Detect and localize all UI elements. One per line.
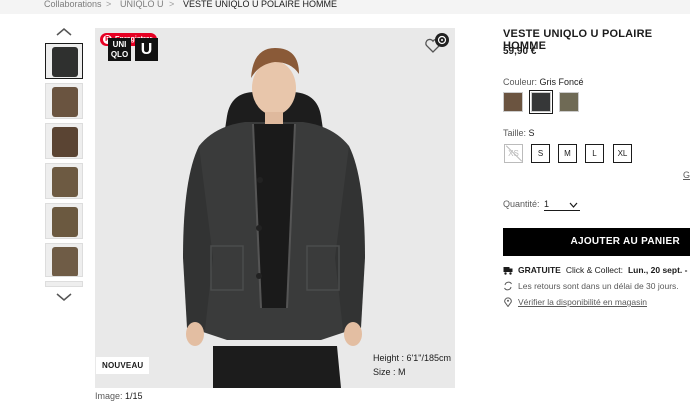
size-xl-button[interactable]: XL bbox=[613, 144, 632, 163]
new-badge: NOUVEAU bbox=[96, 357, 150, 374]
size-guide-link[interactable]: G bbox=[683, 170, 690, 180]
click-collect-row: GRATUITE Click & Collect: Lun., 20 sept.… bbox=[503, 265, 690, 275]
rotate-view-icon[interactable] bbox=[435, 33, 449, 47]
thumbnail-5[interactable] bbox=[45, 203, 83, 239]
color-label-row: Couleur: Gris Foncé bbox=[503, 77, 584, 87]
breadcrumb-separator: > bbox=[169, 0, 175, 9]
store-availability-link[interactable]: Vérifier la disponibilité en magasin bbox=[518, 297, 647, 307]
swatch-olive[interactable] bbox=[559, 92, 579, 112]
breadcrumb-uniqlo-u[interactable]: UNIQLO U bbox=[120, 0, 164, 9]
image-counter-label: Image: bbox=[95, 391, 123, 401]
uniqlo-u-logo: U bbox=[135, 38, 158, 61]
click-collect-label: Click & Collect: bbox=[565, 265, 623, 275]
location-pin-icon bbox=[504, 297, 512, 307]
breadcrumb-collaborations[interactable]: Collaborations bbox=[44, 0, 102, 9]
size-value: S bbox=[528, 128, 535, 138]
model-jacket-illustration bbox=[95, 28, 455, 388]
thumbnail-2[interactable] bbox=[45, 83, 83, 119]
thumbs-down-arrow-icon[interactable] bbox=[55, 292, 73, 304]
chevron-down-icon bbox=[569, 202, 578, 208]
breadcrumb: Collaborations > UNIQLO U > VESTE UNIQLO… bbox=[0, 0, 690, 14]
image-counter-value: 1/15 bbox=[125, 391, 143, 401]
thumbnail-image bbox=[52, 87, 78, 117]
swatch-dark-gray[interactable] bbox=[529, 90, 553, 114]
model-size: Size : M bbox=[373, 367, 406, 377]
thumbnail-image bbox=[52, 47, 78, 77]
add-to-cart-button[interactable]: AJOUTER AU PANIER bbox=[503, 228, 690, 256]
size-s-button[interactable]: S bbox=[531, 144, 550, 163]
size-label: Taille: bbox=[503, 128, 527, 138]
model-height: Height : 6'1"/185cm bbox=[373, 353, 451, 363]
uniqlo-logo-line1: UNI bbox=[112, 40, 127, 49]
thumbnail-7[interactable] bbox=[45, 281, 83, 287]
truck-icon bbox=[503, 267, 513, 275]
image-counter: Image: 1/15 bbox=[95, 391, 143, 401]
thumbs-up-arrow-icon[interactable] bbox=[55, 27, 73, 39]
size-xs-button[interactable]: XS bbox=[504, 144, 523, 163]
thumbnail-image bbox=[52, 167, 78, 197]
size-m-button[interactable]: M bbox=[558, 144, 577, 163]
store-availability-row: Vérifier la disponibilité en magasin bbox=[503, 297, 647, 307]
size-label-row: Taille: S bbox=[503, 128, 535, 138]
thumbnail-1[interactable] bbox=[45, 43, 83, 79]
returns-text: Les retours sont dans un délai de 30 jou… bbox=[518, 281, 679, 291]
breadcrumb-current: VESTE UNIQLO U POLAIRE HOMME bbox=[183, 0, 338, 9]
product-price: 59,90 € bbox=[503, 46, 537, 57]
thumbnail-image bbox=[52, 207, 78, 237]
swatch-brown[interactable] bbox=[503, 92, 523, 112]
breadcrumb-separator: > bbox=[106, 0, 112, 9]
thumbnail-image bbox=[52, 247, 78, 276]
thumbnail-4[interactable] bbox=[45, 163, 83, 199]
pickup-date: Lun., 20 sept. - M bbox=[627, 265, 690, 275]
color-value: Gris Foncé bbox=[539, 77, 584, 87]
quantity-value: 1 bbox=[544, 199, 550, 209]
thumbnail-3[interactable] bbox=[45, 123, 83, 159]
quantity-label: Quantité: bbox=[503, 199, 540, 209]
color-label: Couleur: bbox=[503, 77, 538, 87]
return-arrows-icon bbox=[504, 281, 512, 291]
returns-row: Les retours sont dans un délai de 30 jou… bbox=[503, 281, 679, 291]
uniqlo-logo: UNI QLO bbox=[108, 38, 131, 61]
quantity-select[interactable]: 1 bbox=[544, 199, 580, 211]
thumbnail-6[interactable] bbox=[45, 243, 83, 277]
uniqlo-logo-line2: QLO bbox=[110, 50, 129, 59]
product-main-image[interactable] bbox=[95, 28, 455, 388]
free-label: GRATUITE bbox=[518, 265, 561, 275]
size-l-button[interactable]: L bbox=[585, 144, 604, 163]
thumbnail-image bbox=[52, 127, 78, 157]
